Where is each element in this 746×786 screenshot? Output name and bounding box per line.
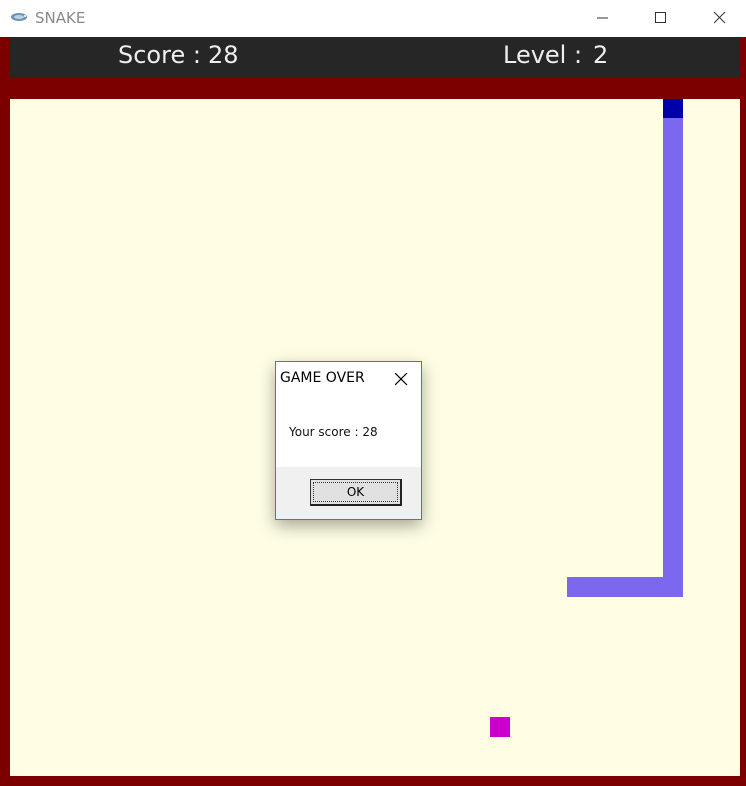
maximize-icon — [655, 12, 666, 23]
dialog-message: Your score : 28 — [289, 425, 378, 439]
snake-head — [663, 99, 683, 118]
level-label: Level : — [503, 41, 583, 69]
dialog-title: GAME OVER — [280, 370, 365, 386]
minimize-button[interactable] — [580, 0, 626, 36]
window-title: SNAKE — [35, 9, 86, 27]
ok-button-label: OK — [313, 482, 398, 502]
close-icon — [714, 12, 726, 24]
snake-body-vertical — [663, 117, 683, 597]
minimize-icon — [597, 17, 608, 19]
ok-button[interactable]: OK — [310, 479, 402, 506]
score-label: Score : — [118, 41, 201, 69]
snake-body-horizontal — [567, 577, 683, 597]
maximize-button[interactable] — [638, 0, 684, 36]
score-bar: Score : 28 Level : 2 — [10, 37, 740, 77]
score-value: 28 — [208, 41, 239, 69]
close-icon — [395, 373, 408, 386]
level-value: 2 — [593, 41, 609, 69]
dialog-footer: OK — [276, 467, 421, 519]
game-over-dialog: GAME OVER Your score : 28 OK — [275, 361, 422, 520]
snake-app-icon — [11, 13, 27, 21]
dialog-close-button[interactable] — [390, 369, 412, 391]
food-pellet — [490, 717, 510, 737]
window-titlebar: SNAKE — [0, 0, 746, 37]
close-window-button[interactable] — [697, 0, 743, 36]
